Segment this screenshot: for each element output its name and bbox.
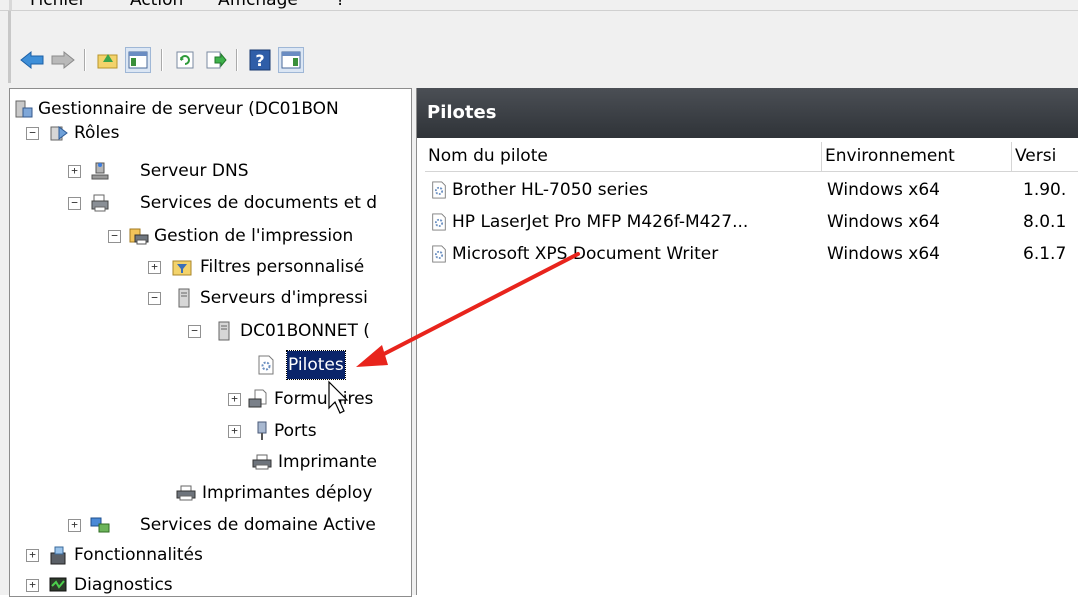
driver-version: 6.1.7	[1023, 244, 1067, 264]
server-tower-icon	[178, 288, 190, 308]
driver-version: 8.0.1	[1023, 212, 1067, 232]
driver-version: 1.90.	[1023, 180, 1067, 200]
tree-label: Imprimante	[278, 452, 377, 472]
collapse-icon[interactable]: −	[26, 127, 39, 140]
tree-label: Ports	[274, 421, 317, 441]
tree-label: Services de documents et d	[140, 193, 378, 213]
driver-environment: Windows x64	[827, 244, 940, 264]
printer-icon	[176, 485, 196, 501]
printer-server-icon	[91, 194, 109, 212]
show-hide-tree-icon[interactable]	[125, 47, 151, 73]
tree-label: DC01BONNET (	[240, 321, 370, 341]
column-headers: Nom du pilote Environnement Versi	[425, 142, 1078, 172]
server-manager-icon	[15, 100, 33, 118]
driver-name: Microsoft XPS Document Writer	[452, 244, 719, 264]
column-header-environment[interactable]: Environnement	[822, 142, 1012, 171]
tree-label-selected: Pilotes	[286, 350, 346, 380]
expand-icon[interactable]: +	[26, 579, 39, 592]
driver-icon	[432, 181, 446, 199]
server-tower-icon	[218, 321, 230, 341]
driver-name: HP LaserJet Pro MFP M426f-M427...	[452, 212, 749, 232]
driver-environment: Windows x64	[827, 180, 940, 200]
expand-icon[interactable]: +	[68, 519, 81, 532]
diagnostics-icon	[49, 577, 67, 592]
menu-action[interactable]: Action	[130, 0, 183, 10]
tree-label: Imprimantes déploy	[202, 483, 373, 503]
forward-icon[interactable]	[50, 47, 76, 73]
menu-bar: Fichier Action Affichage ?	[0, 0, 1078, 10]
results-title: Pilotes	[427, 102, 497, 123]
features-icon	[50, 546, 66, 565]
tree-label: Diagnostics	[74, 575, 173, 595]
roles-icon	[50, 126, 68, 141]
column-header-version[interactable]: Versi	[1012, 142, 1078, 171]
menu-affichage[interactable]: Affichage	[218, 0, 298, 10]
collapse-icon[interactable]: −	[68, 197, 81, 210]
expand-icon[interactable]: +	[26, 549, 39, 562]
action-pane-icon[interactable]	[278, 47, 304, 73]
active-directory-icon	[90, 517, 110, 533]
forms-icon	[248, 389, 267, 408]
menu-fichier[interactable]: Fichier	[30, 0, 86, 10]
column-header-driver-name[interactable]: Nom du pilote	[425, 142, 822, 171]
svg-text:?: ?	[255, 51, 264, 70]
menu-bar-grip	[9, 0, 12, 10]
export-list-icon[interactable]	[203, 47, 229, 73]
results-pane: Pilotes Nom du pilote Environnement Vers…	[416, 88, 1078, 595]
driver-icon	[432, 213, 446, 231]
collapse-icon[interactable]: −	[148, 292, 161, 305]
results-header: Pilotes	[417, 88, 1078, 138]
tree-label: Rôles	[74, 123, 120, 143]
tree-label: Filtres personnalisé	[200, 257, 365, 277]
expand-icon[interactable]: +	[68, 165, 81, 178]
table-row[interactable]: HP LaserJet Pro MFP M426f-M427... Window…	[425, 206, 1078, 238]
menu-help[interactable]: ?	[336, 0, 345, 10]
toolbar: ?	[0, 10, 1078, 84]
driver-environment: Windows x64	[827, 212, 940, 232]
console-tree[interactable]: Gestionnaire de serveur (DC01BON − Rôles…	[9, 88, 412, 597]
help-icon[interactable]: ?	[247, 47, 273, 73]
tree-label: Serveur DNS	[140, 161, 249, 181]
toolbar-separator	[236, 49, 238, 71]
tree-label: Services de domaine Active	[140, 515, 376, 535]
driver-icon	[432, 245, 446, 263]
toolbar-separator	[84, 49, 86, 71]
port-plug-icon	[257, 421, 267, 440]
driver-name: Brother HL-7050 series	[452, 180, 649, 200]
tree-label: Serveurs d'impressi	[200, 288, 368, 308]
expand-icon[interactable]: +	[148, 261, 161, 274]
tree-label: Formulaires	[274, 389, 374, 409]
print-management-icon	[129, 228, 149, 245]
filter-folder-icon	[172, 260, 192, 276]
table-row[interactable]: Microsoft XPS Document Writer Windows x6…	[425, 238, 1078, 270]
refresh-icon[interactable]	[172, 47, 198, 73]
printer-icon	[252, 454, 272, 470]
table-row[interactable]: Brother HL-7050 series Windows x64 1.90.	[425, 174, 1078, 206]
up-folder-icon[interactable]	[95, 47, 121, 73]
toolbar-separator	[161, 49, 163, 71]
collapse-icon[interactable]: −	[188, 325, 201, 338]
expand-icon[interactable]: +	[228, 393, 241, 406]
dns-server-icon	[91, 162, 109, 180]
expand-icon[interactable]: +	[228, 425, 241, 438]
toolbar-grip	[8, 11, 11, 84]
driver-page-icon	[258, 355, 274, 375]
tree-label: Fonctionnalités	[74, 545, 203, 565]
collapse-icon[interactable]: −	[108, 230, 121, 243]
back-icon[interactable]	[19, 47, 45, 73]
tree-label: Gestion de l'impression	[154, 226, 354, 246]
